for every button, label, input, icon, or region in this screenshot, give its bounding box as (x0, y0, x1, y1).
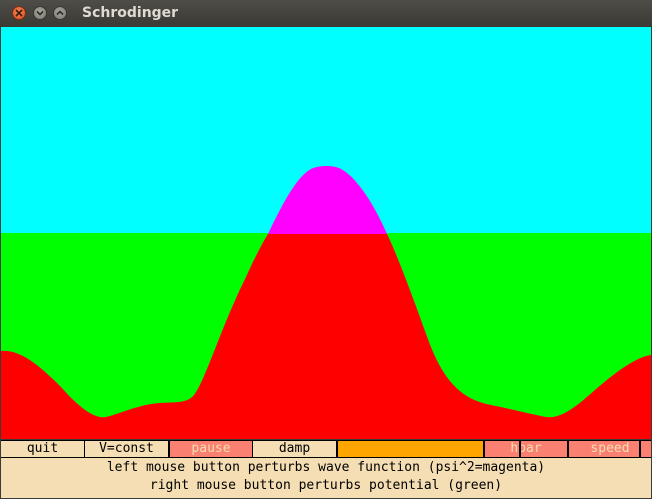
v-const-button[interactable]: V=const (85, 441, 168, 457)
spacer-slider[interactable] (338, 441, 483, 457)
maximize-window-button[interactable] (53, 6, 67, 20)
pause-button[interactable]: pause (170, 441, 252, 457)
simulation-plot (1, 27, 651, 439)
window-title: Schrodinger (82, 5, 179, 21)
speed-slider-handle[interactable] (639, 441, 641, 457)
close-icon (15, 9, 23, 17)
status-line-2: right mouse button perturbs potential (g… (149, 478, 503, 493)
title-bar: Schrodinger (0, 0, 652, 28)
close-window-button[interactable] (12, 6, 26, 20)
app-window: Schrodinger quit V=const pause damp hbar… (0, 0, 652, 499)
status-panel: left mouse button perturbs wave function… (1, 458, 651, 498)
minimize-icon (36, 10, 44, 16)
hbar-slider-handle[interactable] (519, 441, 521, 457)
status-line-1: left mouse button perturbs wave function… (106, 460, 546, 475)
maximize-icon (56, 10, 64, 16)
simulation-canvas[interactable] (1, 27, 651, 439)
minimize-window-button[interactable] (33, 6, 47, 20)
damp-button[interactable]: damp (253, 441, 336, 457)
hbar-slider[interactable]: hbar (485, 441, 567, 457)
control-bar: quit V=const pause damp hbar speed (1, 440, 651, 458)
quit-button[interactable]: quit (1, 441, 84, 457)
